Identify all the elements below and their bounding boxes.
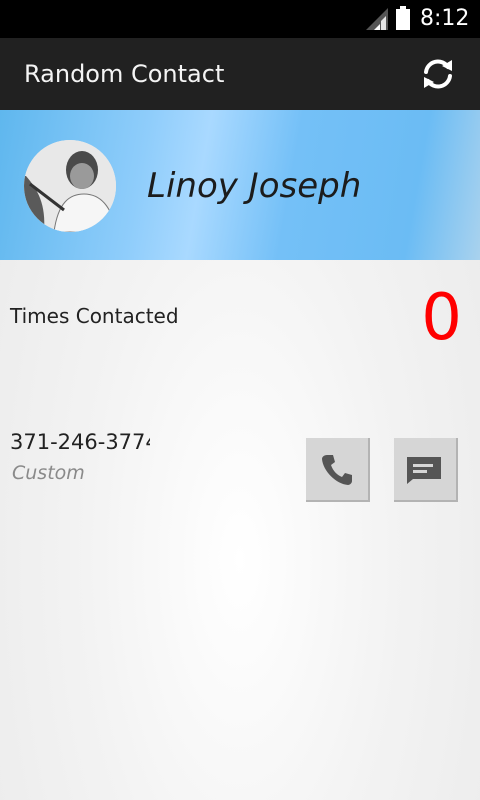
phone-type: Custom <box>12 462 85 484</box>
status-clock: 8:12 <box>420 6 470 31</box>
action-bar: Random Contact <box>0 38 480 110</box>
refresh-button[interactable] <box>416 52 460 96</box>
contact-header: Linoy Joseph <box>0 110 480 260</box>
message-icon <box>407 457 441 484</box>
signal-icon <box>366 8 388 30</box>
battery-icon <box>396 6 410 30</box>
status-bar: 8:12 <box>0 0 480 38</box>
refresh-icon <box>424 59 452 89</box>
message-button[interactable] <box>394 438 458 502</box>
contact-photo[interactable] <box>24 140 116 232</box>
contact-name: Linoy Joseph <box>147 166 362 206</box>
phone-number[interactable]: 371-246-3774 <box>10 430 150 454</box>
times-contacted-count: 0 <box>421 281 462 355</box>
times-contacted-label: Times Contacted <box>10 304 179 328</box>
phone-icon <box>322 455 352 485</box>
call-button[interactable] <box>306 438 370 502</box>
app-title: Random Contact <box>24 60 225 88</box>
